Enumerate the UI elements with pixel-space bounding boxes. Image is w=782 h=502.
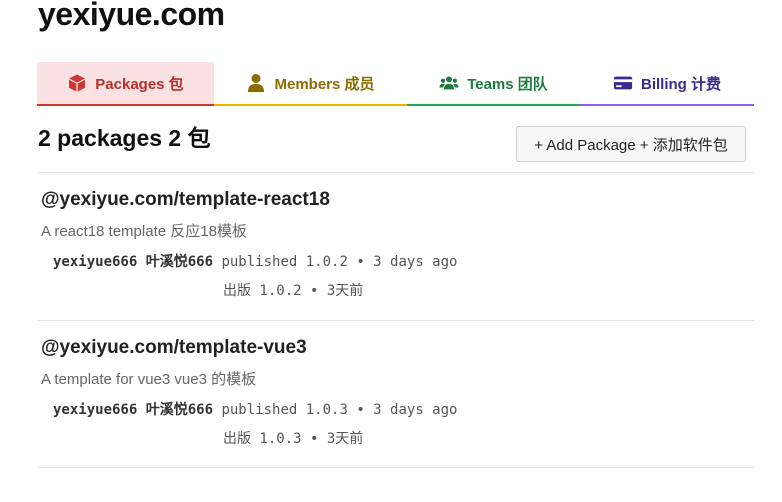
tab-label: Billing 计费 (641, 75, 721, 93)
packages-count-heading: 2 packages 2 包 (38, 125, 211, 151)
divider (37, 320, 754, 321)
published-text: published 1.0.2 • 3 days ago (221, 254, 458, 270)
package-publish-info: yexiyue666 叶溪悦666 published 1.0.2 • 3 da… (53, 252, 457, 272)
package-name-link[interactable]: @yexiyue.com/template-vue3 (41, 336, 307, 360)
tab-label: Packages 包 (95, 75, 184, 93)
published-text-cn: 出版 1.0.3 • 3天前 (223, 431, 364, 447)
package-name-link[interactable]: @yexiyue.com/template-react18 (41, 188, 330, 212)
add-package-button[interactable]: + Add Package + 添加软件包 (516, 126, 746, 162)
tab-members[interactable]: Members 成员 (214, 62, 407, 106)
tab-label: Members 成员 (274, 75, 375, 93)
package-item: @yexiyue.com/template-vue3 A template fo… (37, 336, 754, 456)
package-description: A template for vue3 vue3 的模板 (41, 371, 257, 388)
published-text: published 1.0.3 • 3 days ago (221, 402, 458, 418)
divider (37, 467, 754, 468)
org-tabs: Packages 包 Members 成员 Teams 团队 Billing 计… (37, 62, 754, 106)
tab-label: Teams 团队 (467, 75, 548, 93)
package-icon (67, 73, 87, 93)
divider (37, 172, 754, 173)
tab-billing[interactable]: Billing 计费 (580, 62, 754, 106)
package-description: A react18 template 反应18模板 (41, 223, 247, 240)
published-text-cn: 出版 1.0.2 • 3天前 (223, 283, 364, 299)
users-icon (439, 73, 459, 93)
user-icon (246, 73, 266, 93)
package-publish-info: yexiyue666 叶溪悦666 published 1.0.3 • 3 da… (53, 400, 457, 420)
tab-teams[interactable]: Teams 团队 (407, 62, 580, 106)
publisher-link[interactable]: yexiyue666 叶溪悦666 (53, 402, 213, 418)
org-packages-page: yexiyue.com Packages 包 Members 成员 Teams … (0, 0, 782, 502)
package-item: @yexiyue.com/template-react18 A react18 … (37, 188, 754, 308)
org-title: yexiyue.com (38, 0, 225, 32)
credit-card-icon (613, 73, 633, 93)
publisher-link[interactable]: yexiyue666 叶溪悦666 (53, 254, 213, 270)
tab-packages[interactable]: Packages 包 (37, 62, 214, 106)
